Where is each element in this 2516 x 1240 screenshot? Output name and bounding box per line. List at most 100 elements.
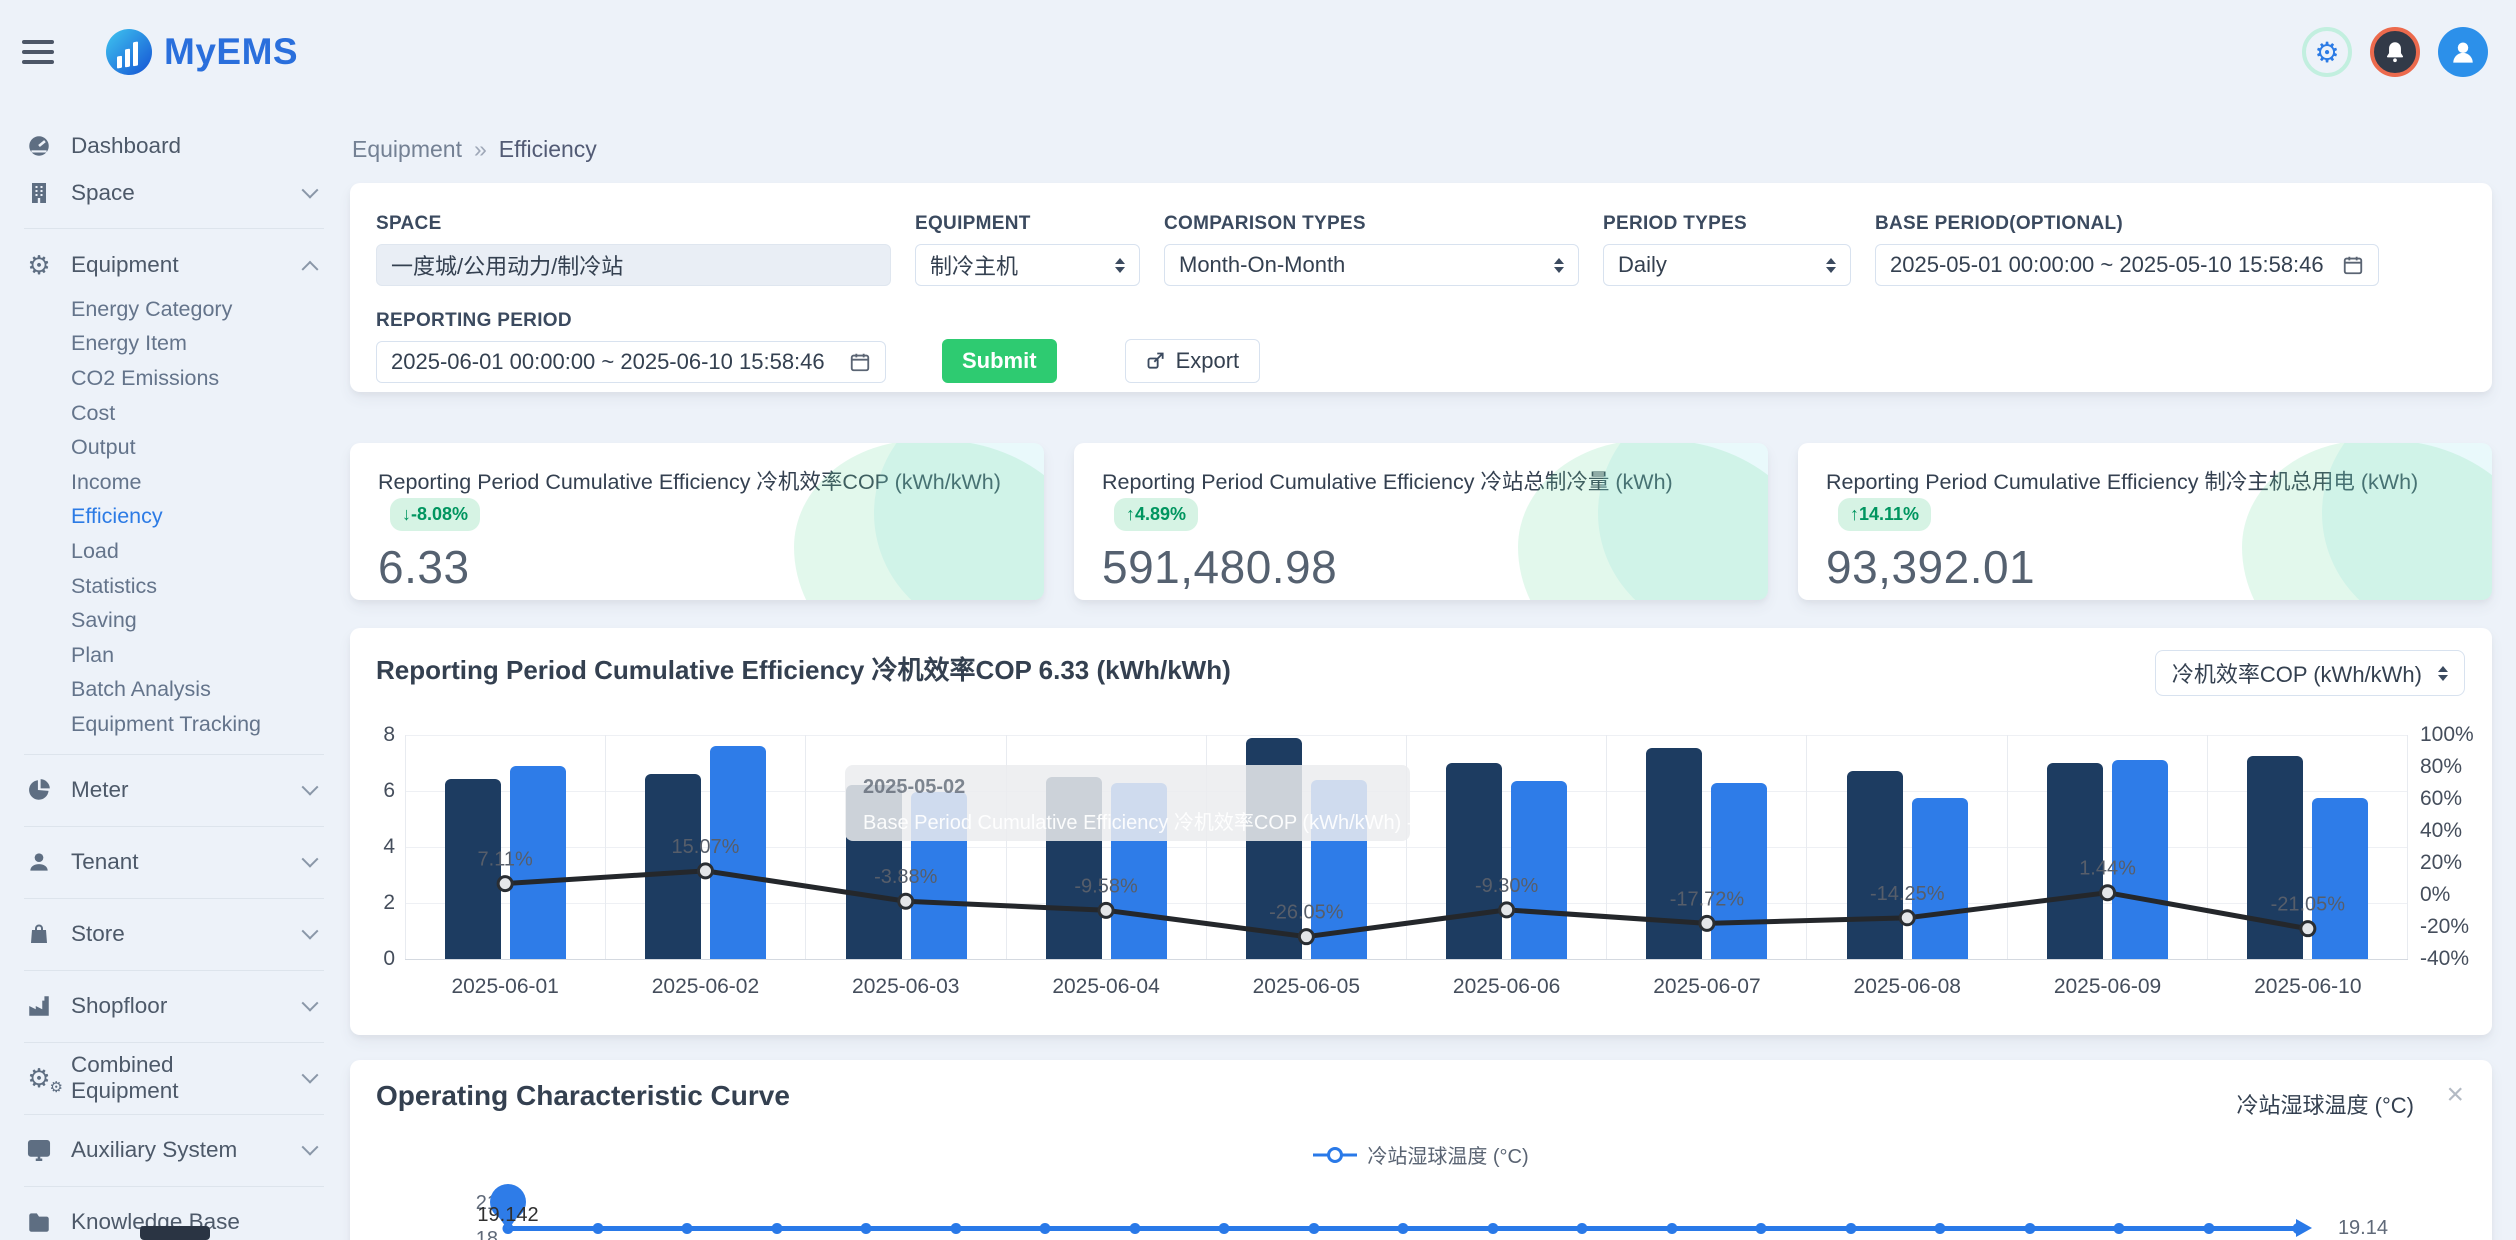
data-point [682,1223,693,1234]
stat-cards-row: Reporting Period Cumulative Efficiency 冷… [350,443,2492,600]
calendar-icon[interactable] [2342,254,2364,276]
sidebar-item-combined-equipment[interactable]: ⚙⚙ Combined Equipment [24,1055,350,1102]
sidebar-item-store[interactable]: Store [24,911,350,958]
submit-button[interactable]: Submit [942,339,1057,383]
select-arrows-icon [1554,258,1564,273]
sidebar-item-output[interactable]: Output [24,430,350,465]
y2-axis-tick: -20% [2420,915,2469,939]
change-point-label: -21.05% [2271,894,2346,916]
sidebar-item-auxiliary-system[interactable]: Auxiliary System [24,1127,350,1174]
x-axis-label: 2025-06-04 [1006,975,1206,999]
sidebar-item-shopfloor[interactable]: Shopfloor [24,983,350,1030]
sidebar-item-tenant[interactable]: Tenant [24,839,350,886]
building-icon [24,181,54,205]
data-point [1666,1223,1677,1234]
comparison-label: COMPARISON TYPES [1164,213,1579,235]
sidebar-item-label: Equipment [71,252,179,278]
divider [24,1186,324,1187]
sidebar-item-equipment[interactable]: ⚙ Equipment [24,241,350,288]
x-axis-label: 2025-06-02 [605,975,805,999]
factory-icon [24,993,54,1019]
base-period-input-wrap [1875,244,2379,286]
calendar-icon[interactable] [849,351,871,373]
hamburger-menu-icon[interactable] [22,40,54,64]
change-point-marker[interactable] [1099,903,1113,917]
curve-panel: Operating Characteristic Curve 冷站湿球温度 (°… [350,1060,2492,1240]
x-axis-labels: 2025-06-012025-06-022025-06-032025-06-04… [405,975,2408,999]
header-actions: ⚙ [2302,27,2488,77]
change-point-marker[interactable] [1700,916,1714,930]
close-icon[interactable]: × [2446,1078,2464,1112]
data-point [1219,1223,1230,1234]
export-button[interactable]: Export [1125,339,1261,383]
chevron-down-icon [302,1067,319,1084]
change-point-label: 1.44% [2079,858,2136,880]
change-point-marker[interactable] [2101,886,2115,900]
change-point-label: 15.07% [672,836,740,858]
sidebar-item-cost[interactable]: Cost [24,396,350,431]
comparison-select[interactable]: Month-On-Month [1164,244,1579,286]
sidebar-subitem-label: Energy Category [71,297,232,322]
divider [24,1114,324,1115]
sidebar-item-plan[interactable]: Plan [24,638,350,673]
settings-button[interactable]: ⚙ [2302,27,2352,77]
divider [24,898,324,899]
sidebar-item-energy-category[interactable]: Energy Category [24,292,350,327]
sidebar-item-load[interactable]: Load [24,534,350,569]
chevron-down-icon [302,1139,319,1156]
change-point-marker[interactable] [698,864,712,878]
export-label: Export [1176,348,1240,374]
legend-label: 冷站湿球温度 (°C) [1367,1140,1528,1169]
flat-line-dots [508,1223,2298,1234]
breadcrumb-item[interactable]: Equipment [352,136,462,163]
notifications-button[interactable] [2370,27,2420,77]
sidebar-item-statistics[interactable]: Statistics [24,569,350,604]
legend-marker-icon [1313,1147,1357,1163]
sidebar-item-saving[interactable]: Saving [24,603,350,638]
data-point [1756,1223,1767,1234]
gears-icon: ⚙⚙ [24,1065,54,1091]
change-point-marker[interactable] [1500,903,1514,917]
change-point-marker[interactable] [1299,930,1313,944]
parameter-select-value: 冷机效率COP (kWh/kWh) [2172,657,2422,689]
sidebar-item-energy-item[interactable]: Energy Item [24,327,350,362]
space-input[interactable] [391,252,876,278]
x-axis-label: 2025-06-07 [1607,975,1807,999]
change-point-marker[interactable] [2301,922,2315,936]
data-point [1577,1223,1588,1234]
select-arrows-icon [2438,666,2448,681]
divider [24,970,324,971]
change-point-marker[interactable] [899,894,913,908]
sidebar-item-space[interactable]: Space [24,169,350,216]
y-axis-tick: 0 [383,947,395,971]
reporting-period-input[interactable] [391,349,849,375]
change-point-marker[interactable] [1900,911,1914,925]
sidebar-subitem-label: Equipment Tracking [71,712,261,737]
base-period-input[interactable] [1890,252,2342,278]
data-point [2293,1223,2304,1234]
sidebar-subitem-label: Load [71,539,119,564]
equipment-select[interactable]: 制冷主机 [915,244,1140,286]
x-axis-label: 2025-06-06 [1406,975,1606,999]
y-axis-tick: 8 [383,723,395,747]
sidebar-item-label: Space [71,180,135,206]
sidebar-item-efficiency[interactable]: Efficiency [24,500,350,535]
select-arrows-icon [1826,258,1836,273]
comparison-field: COMPARISON TYPES Month-On-Month [1164,213,1579,286]
sidebar-subitem-label: Energy Item [71,331,187,356]
efficiency-chart-panel: Reporting Period Cumulative Efficiency 冷… [350,628,2492,1035]
sidebar-item-co2-emissions[interactable]: CO2 Emissions [24,361,350,396]
y2-axis-tick: -40% [2420,947,2469,971]
period-types-select[interactable]: Daily [1603,244,1851,286]
app-logo[interactable]: MyEMS [106,29,298,75]
sidebar-item-equipment-tracking[interactable]: Equipment Tracking [24,707,350,742]
change-point-marker[interactable] [498,877,512,891]
curve-legend[interactable]: 冷站湿球温度 (°C) [350,1140,2492,1169]
sidebar-item-income[interactable]: Income [24,465,350,500]
sidebar-item-batch-analysis[interactable]: Batch Analysis [24,673,350,708]
sidebar-item-dashboard[interactable]: Dashboard [24,122,350,169]
parameter-select[interactable]: 冷机效率COP (kWh/kWh) [2155,650,2465,696]
user-avatar[interactable] [2438,27,2488,77]
sidebar-item-meter[interactable]: Meter [24,767,350,814]
space-field: SPACE [376,213,891,286]
